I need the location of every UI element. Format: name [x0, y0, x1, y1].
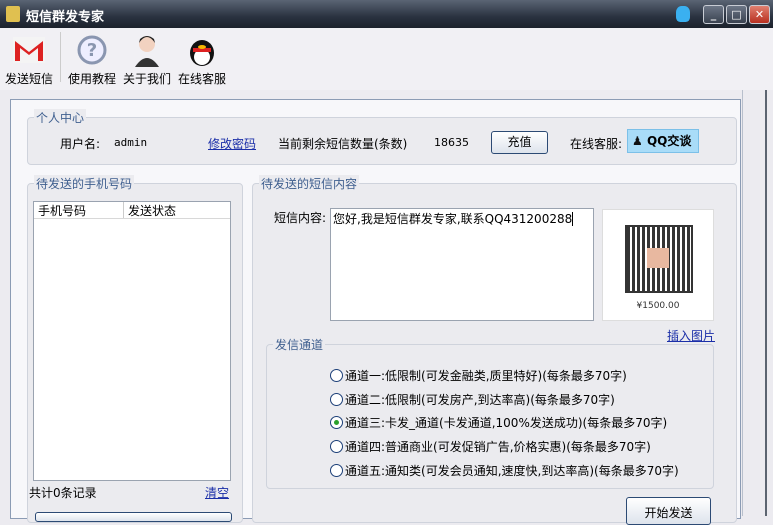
sms-content-input[interactable]: 您好,我是短信群发专家,联系QQ431200288 — [330, 208, 594, 321]
record-count: 共计0条记录 — [29, 486, 97, 500]
column-header-phone[interactable]: 手机号码 — [34, 202, 124, 218]
tool-label: 使用教程 — [67, 72, 116, 86]
qq-chat-button[interactable]: ♟ QQ交谈 — [627, 129, 699, 153]
sms-content-text: 您好,我是短信群发专家,联系QQ431200288 — [333, 212, 573, 226]
window-title: 短信群发专家 — [26, 10, 105, 25]
close-button[interactable]: ✕ — [749, 5, 770, 24]
app-icon — [6, 6, 20, 22]
radio-selected-icon[interactable] — [330, 416, 343, 429]
channel-option-3[interactable]: 通道三:卡发_通道(卡发通道,100%发送成功)(每条最多70字) — [330, 414, 667, 431]
title-bar: 短信群发专家 _ □ ✕ — [0, 0, 773, 28]
qq-chat-label: QQ交谈 — [646, 134, 692, 148]
personal-center-group: 个人中心 用户名: admin 修改密码 当前剩余短信数量(条数) 18635 … — [27, 109, 737, 165]
channel-label: 通道五:通知类(可发会员通知,速度快,到达率高)(每条最多70字) — [345, 464, 679, 478]
tool-label: 在线客服 — [177, 72, 226, 86]
tool-label: 发送短信 — [4, 72, 53, 86]
group-title: 待发送的手机号码 — [34, 175, 135, 192]
radio-icon[interactable] — [330, 440, 343, 453]
qq-icon: ♟ — [632, 134, 643, 148]
group-title: 个人中心 — [34, 109, 87, 126]
radio-icon[interactable] — [330, 369, 343, 382]
agent-icon — [129, 32, 165, 68]
username-label: 用户名: — [60, 137, 101, 151]
phone-list[interactable]: 手机号码 发送状态 — [33, 201, 231, 481]
gmail-icon — [11, 32, 47, 68]
remaining-count: 18635 — [434, 136, 469, 149]
insert-image-link[interactable]: 插入图片 — [667, 327, 715, 344]
qr-avatar — [647, 248, 669, 268]
send-sms-tool[interactable]: 发送短信 — [3, 32, 55, 87]
tutorial-tool[interactable]: ? 使用教程 — [66, 32, 118, 87]
right-edge — [742, 90, 773, 516]
tool-label: 关于我们 — [122, 72, 171, 86]
start-send-button[interactable]: 开始发送 — [626, 497, 711, 525]
help-icon: ? — [74, 32, 110, 68]
channel-label: 通道二:低限制(可发房产,到达率高)(每条最多70字) — [345, 393, 615, 407]
channel-option-2[interactable]: 通道二:低限制(可发房产,到达率高)(每条最多70字) — [330, 391, 615, 408]
channel-label: 通道四:普通商业(可发促销广告,价格实惠)(每条最多70字) — [345, 440, 651, 454]
qr-price: ¥1500.00 — [636, 301, 680, 311]
radio-icon[interactable] — [330, 464, 343, 477]
content-label: 短信内容: — [274, 211, 327, 225]
qq-penguin-icon — [184, 32, 220, 68]
channel-option-1[interactable]: 通道一:低限制(可发金融类,质里特好)(每条最多70字) — [330, 367, 627, 384]
toolbar: 发送短信 ? 使用教程 关于我们 在线客服 — [0, 28, 773, 90]
maximize-button[interactable]: □ — [726, 5, 747, 24]
group-title: 待发送的短信内容 — [259, 175, 360, 192]
channel-option-4[interactable]: 通道四:普通商业(可发促销广告,价格实惠)(每条最多70字) — [330, 438, 651, 455]
column-header-status[interactable]: 发送状态 — [124, 202, 176, 218]
skin-icon[interactable] — [676, 6, 690, 22]
minimize-button[interactable]: _ — [703, 5, 724, 24]
channel-label: 通道三:卡发_通道(卡发通道,100%发送成功)(每条最多70字) — [345, 416, 668, 430]
radio-icon[interactable] — [330, 393, 343, 406]
online-service-tool[interactable]: 在线客服 — [176, 32, 228, 87]
group-title: 发信通道 — [273, 336, 326, 353]
username-value: admin — [114, 136, 148, 149]
svg-text:?: ? — [87, 40, 97, 61]
about-tool[interactable]: 关于我们 — [121, 32, 173, 87]
change-password-link[interactable]: 修改密码 — [208, 135, 256, 152]
channel-label: 通道一:低限制(可发金融类,质里特好)(每条最多70字) — [345, 369, 627, 383]
service-label: 在线客服: — [570, 137, 623, 151]
remaining-label: 当前剩余短信数量(条数) — [278, 137, 408, 151]
phone-action-button[interactable] — [35, 512, 232, 522]
recharge-button[interactable]: 充值 — [491, 131, 548, 154]
channel-option-5[interactable]: 通道五:通知类(可发会员通知,速度快,到达率高)(每条最多70字) — [330, 462, 679, 479]
clear-link[interactable]: 清空 — [205, 484, 229, 501]
qr-image: ¥1500.00 — [602, 209, 714, 321]
